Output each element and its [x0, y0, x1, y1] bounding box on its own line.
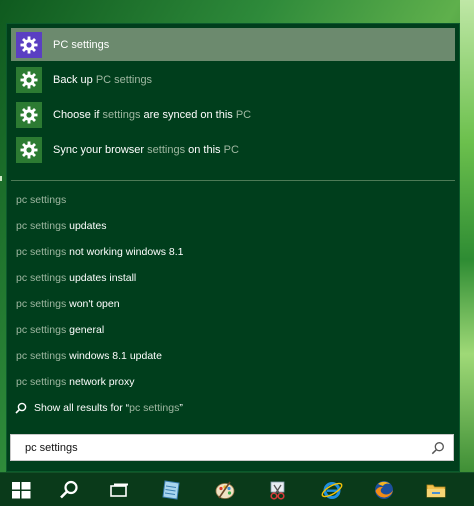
task-view-icon [110, 483, 128, 497]
internet-explorer-icon [321, 482, 343, 499]
start-button[interactable] [6, 476, 36, 504]
settings-tile [16, 101, 42, 128]
suggestion-completion: network proxy [66, 376, 135, 388]
app-result-2[interactable]: Back up PC settings [11, 63, 455, 96]
label-segment: on this [185, 143, 224, 156]
app-result-3[interactable]: Choose if settings are synced on this PC [11, 98, 455, 131]
label-segment: Sync your browser [53, 143, 148, 156]
suggestion-completion: updates install [66, 272, 137, 284]
web-suggestion-item[interactable]: pc settings network proxy [16, 374, 134, 390]
taskbar-app-snipping[interactable] [263, 476, 293, 504]
gear-icon [20, 141, 38, 158]
web-suggestion-item[interactable]: pc settings windows 8.1 update [16, 348, 162, 364]
taskbar-app-ie[interactable] [317, 476, 347, 504]
app-result-4[interactable]: Sync your browser settings on this PC [11, 133, 455, 166]
suggestion-completion: won't open [66, 298, 120, 310]
taskbar-app-notepad[interactable] [156, 476, 186, 504]
gear-icon [20, 106, 38, 123]
settings-tile [16, 136, 42, 163]
suggestion-query: pc settings [16, 298, 67, 310]
suggestion-query: pc settings [16, 272, 67, 284]
show-all-query: pc settings [129, 402, 180, 414]
windows-logo-icon [12, 482, 31, 499]
label-segment: settings [147, 143, 186, 156]
search-icon [60, 480, 78, 499]
firefox-icon [375, 481, 393, 499]
web-suggestion-item[interactable]: pc settings [16, 192, 66, 208]
suggestion-completion: not working windows 8.1 [66, 246, 184, 258]
taskbar-search-button[interactable] [54, 476, 84, 504]
gear-icon [20, 36, 38, 53]
paint-palette-icon [215, 481, 235, 499]
suggestion-completion: windows 8.1 update [66, 350, 162, 362]
show-all-results-link[interactable]: Show all results for “pc settings” [15, 400, 183, 416]
label-segment: Back up [53, 73, 96, 86]
suggestion-query: pc settings [16, 246, 67, 258]
search-icon [15, 402, 27, 414]
scissors-icon [270, 481, 285, 500]
suggestion-completion: general [66, 324, 105, 336]
notepad-icon [162, 480, 180, 500]
suggestion-query: pc settings [16, 376, 67, 388]
taskbar [0, 472, 474, 506]
task-view-button[interactable] [104, 476, 134, 504]
screen-edge-marker [0, 176, 2, 181]
search-icon[interactable] [431, 441, 445, 455]
web-suggestion-item[interactable]: pc settings not working windows 8.1 [16, 244, 184, 260]
label-segment: Choose if [53, 108, 103, 121]
label-segment: settings [102, 108, 141, 121]
gear-icon [20, 71, 38, 88]
suggestion-query: pc settings [16, 350, 67, 362]
taskbar-app-firefox[interactable] [369, 476, 399, 504]
show-all-prefix: Show all results for “ [34, 402, 130, 414]
section-divider [11, 180, 455, 181]
settings-tile [16, 66, 42, 93]
web-suggestion-item[interactable]: pc settings updates install [16, 270, 136, 286]
settings-tile [16, 31, 42, 58]
app-result-1[interactable]: PC settings [11, 28, 455, 61]
search-box[interactable] [10, 434, 454, 461]
app-result-label: Sync your browser settings on this PC [53, 144, 239, 156]
label-segment: PC [235, 108, 252, 121]
label-segment: PC settings [53, 38, 110, 51]
suggestion-query: pc settings [16, 324, 67, 336]
app-result-label: Choose if settings are synced on this PC [53, 109, 251, 121]
search-results-panel: PC settings Back up PC settings Choose if … [6, 23, 460, 472]
suggestion-query: pc settings [16, 194, 67, 206]
suggestion-completion: updates [66, 220, 107, 232]
folder-icon [426, 484, 446, 498]
label-segment: PC settings [95, 73, 153, 86]
show-all-suffix: ” [179, 402, 183, 414]
taskbar-app-explorer[interactable] [421, 476, 451, 504]
app-result-label: Back up PC settings [53, 74, 152, 86]
taskbar-app-paint[interactable] [210, 476, 240, 504]
web-suggestion-item[interactable]: pc settings updates [16, 218, 107, 234]
web-suggestion-item[interactable]: pc settings general [16, 322, 104, 338]
label-segment: PC [223, 143, 239, 156]
desktop-wallpaper [460, 0, 474, 472]
suggestion-query: pc settings [16, 220, 67, 232]
label-segment: are synced on this [140, 108, 236, 121]
search-input[interactable] [25, 437, 415, 458]
app-result-label: PC settings [53, 39, 109, 51]
web-suggestion-item[interactable]: pc settings won't open [16, 296, 120, 312]
